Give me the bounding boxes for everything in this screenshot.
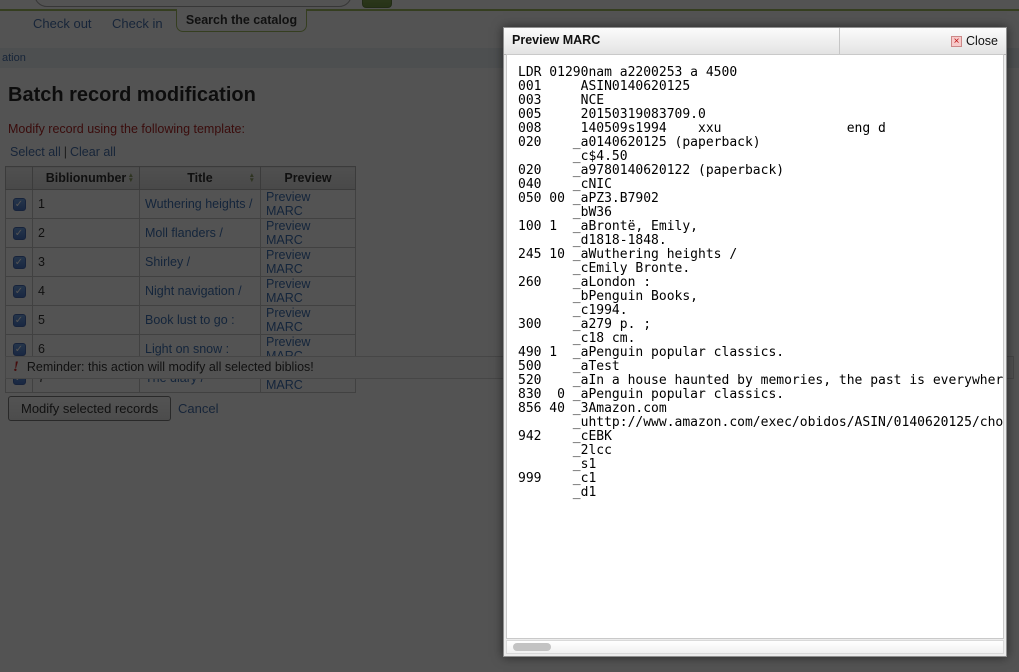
marc-record-text: LDR 01290nam a2200253 a 4500 001 ASIN014… [507,55,1003,500]
modal-title: Preview MARC [512,28,600,53]
close-icon[interactable]: × [951,36,962,47]
scrollbar-thumb[interactable] [513,643,551,651]
modal-close-button[interactable]: × Close [839,28,1006,54]
horizontal-scrollbar[interactable] [506,640,1004,654]
close-button-label[interactable]: Close [966,34,998,48]
modal-header: Preview MARC × Close [504,28,1006,55]
koha-batch-record-modification-page: Check out Check in Search the catalog at… [0,0,1019,672]
preview-marc-modal: Preview MARC × Close LDR 01290nam a22002… [503,27,1007,657]
marc-preview-content: LDR 01290nam a2200253 a 4500 001 ASIN014… [506,54,1004,639]
